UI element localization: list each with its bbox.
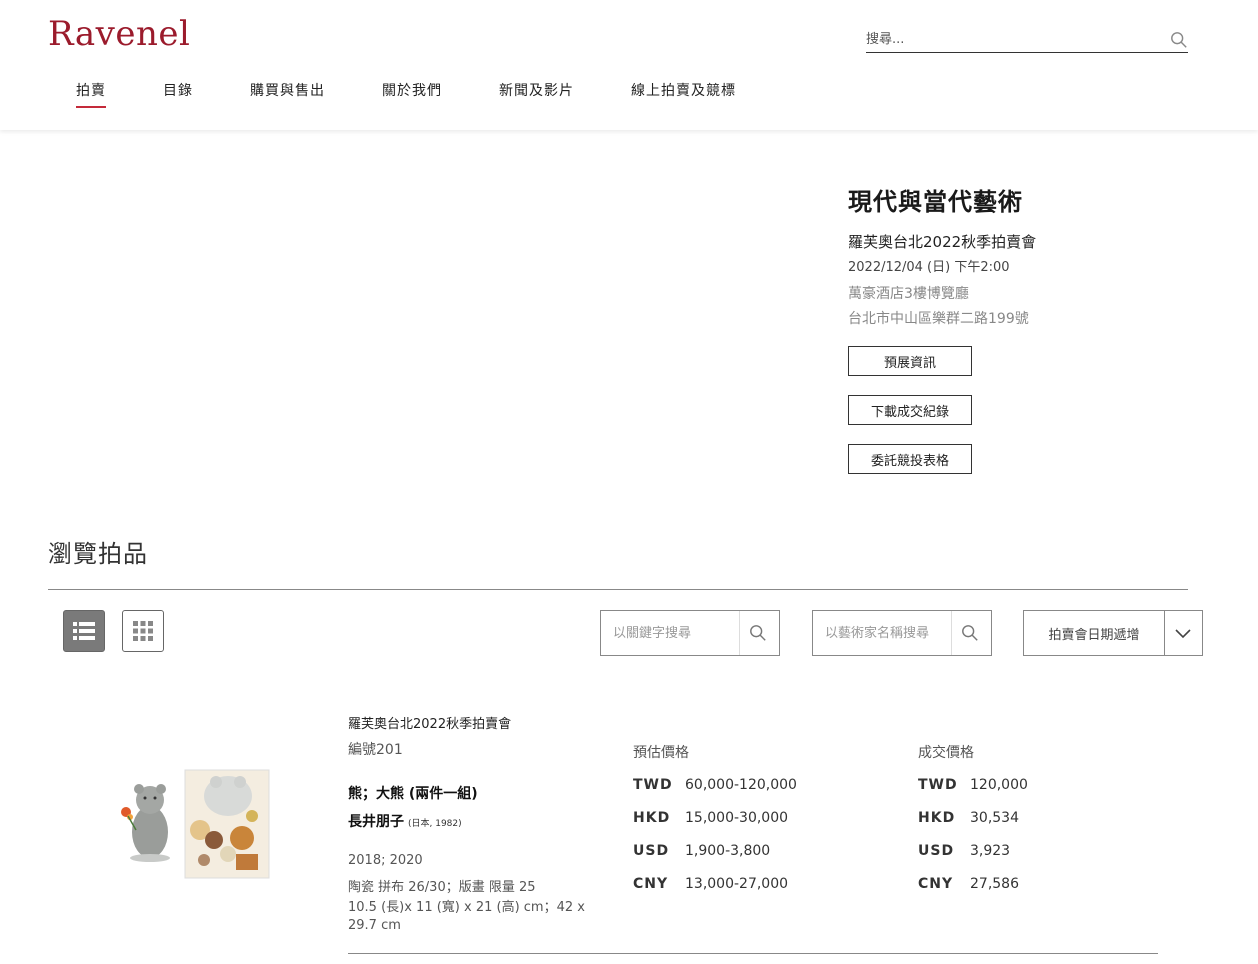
absentee-bid-form-button[interactable]: 委託競投表格 [848, 444, 972, 474]
ravenel-logo[interactable]: Ravenel [48, 14, 190, 54]
sold-column: 成交價格 TWD 120,000 HKD 30,534 USD 3,923 CNY 27… [918, 742, 1028, 900]
download-results-button[interactable]: 下載成交紀錄 [848, 395, 972, 425]
estimate-row: TWD 60,000-120,000 [633, 768, 797, 801]
divider [348, 953, 1158, 954]
sale-address: 台北市中山區樂群二路199號 [848, 311, 1029, 327]
nav-online-auction[interactable]: 線上拍賣及競標 [631, 80, 736, 108]
estimate-column: 預估價格 TWD 60,000-120,000 HKD 15,000-30,000 … [633, 742, 797, 900]
search-icon[interactable] [749, 624, 767, 642]
sold-label: 成交價格 [918, 745, 974, 761]
lot-sale-name: 羅芙奧台北2022秋季拍賣會 [348, 717, 512, 732]
estimate-row: USD 1,900-3,800 [633, 834, 797, 867]
lot-dimensions: 10.5 (長)x 11 (寬) x 21 (高) cm；42 x 29.7 c… [348, 900, 585, 933]
separator [739, 611, 740, 655]
nav-about[interactable]: 關於我們 [382, 80, 442, 108]
price: 15,000-30,000 [685, 809, 789, 826]
main-nav: 拍賣 目錄 購買與售出 關於我們 新聞及影片 線上拍賣及競標 [76, 80, 793, 108]
lot-number: 編號201 [348, 742, 403, 758]
price: 1,900-3,800 [685, 842, 771, 859]
currency: TWD [633, 776, 673, 793]
search-icon[interactable] [961, 624, 979, 642]
estimate-label: 預估價格 [633, 745, 689, 761]
sold-row: HKD 30,534 [918, 801, 1028, 834]
nav-news-video[interactable]: 新聞及影片 [499, 80, 574, 108]
lot-title[interactable]: 熊；大熊 (兩件一組) [348, 783, 478, 803]
sale-title: 現代與當代藝術 [848, 188, 1023, 216]
nav-auction[interactable]: 拍賣 [76, 80, 106, 108]
price: 120,000 [970, 776, 1028, 793]
grid-view-button[interactable] [122, 610, 164, 652]
artist-search [812, 610, 992, 656]
currency: USD [918, 842, 955, 859]
currency: HKD [633, 809, 671, 826]
lot-artist: 長井朋子 (日本, 1982) [348, 811, 462, 831]
sale-name: 羅芙奧台北2022秋季拍賣會 [848, 233, 1037, 251]
nav-catalogue[interactable]: 目錄 [163, 80, 193, 108]
separator [1164, 611, 1165, 655]
keyword-search [600, 610, 780, 656]
lot-medium: 陶瓷 拼布 26/30；版畫 限量 25 [348, 880, 536, 895]
currency: CNY [918, 875, 954, 892]
site-search-input[interactable] [866, 28, 1156, 50]
divider [48, 589, 1188, 590]
sale-venue: 萬豪酒店3樓博覽廳 [848, 286, 969, 302]
artist-meta: (日本, 1982) [408, 819, 462, 829]
nav-buy-sell[interactable]: 購買與售出 [250, 80, 325, 108]
price: 13,000-27,000 [685, 875, 789, 892]
sale-date: 2022/12/04 (日) 下午2:00 [848, 260, 1010, 275]
price: 3,923 [970, 842, 1011, 859]
separator [951, 611, 952, 655]
sold-row: TWD 120,000 [918, 768, 1028, 801]
site-search [866, 28, 1188, 53]
price: 30,534 [970, 809, 1019, 826]
estimate-row: CNY 13,000-27,000 [633, 867, 797, 900]
list-view-button[interactable] [63, 610, 105, 652]
estimate-row: HKD 15,000-30,000 [633, 801, 797, 834]
grid-view-icon [133, 621, 153, 641]
preview-info-button[interactable]: 預展資訊 [848, 346, 972, 376]
chevron-down-icon [1175, 629, 1191, 639]
browse-title: 瀏覽拍品 [48, 540, 148, 568]
artist-name[interactable]: 長井朋子 [348, 814, 404, 830]
sort-select[interactable]: 拍賣會日期遞增 [1023, 610, 1203, 656]
sort-label: 拍賣會日期遞增 [1048, 627, 1140, 643]
lot-year: 2018; 2020 [348, 853, 423, 868]
price: 27,586 [970, 875, 1019, 892]
currency: CNY [633, 875, 669, 892]
currency: TWD [918, 776, 958, 793]
sold-row: USD 3,923 [918, 834, 1028, 867]
price: 60,000-120,000 [685, 776, 797, 793]
search-icon[interactable] [1170, 31, 1188, 49]
currency: USD [633, 842, 670, 859]
list-view-icon [73, 622, 95, 640]
sold-row: CNY 27,586 [918, 867, 1028, 900]
currency: HKD [918, 809, 956, 826]
lot-image[interactable] [118, 768, 270, 880]
artist-search-input[interactable] [825, 623, 955, 643]
keyword-search-input[interactable] [613, 623, 743, 643]
